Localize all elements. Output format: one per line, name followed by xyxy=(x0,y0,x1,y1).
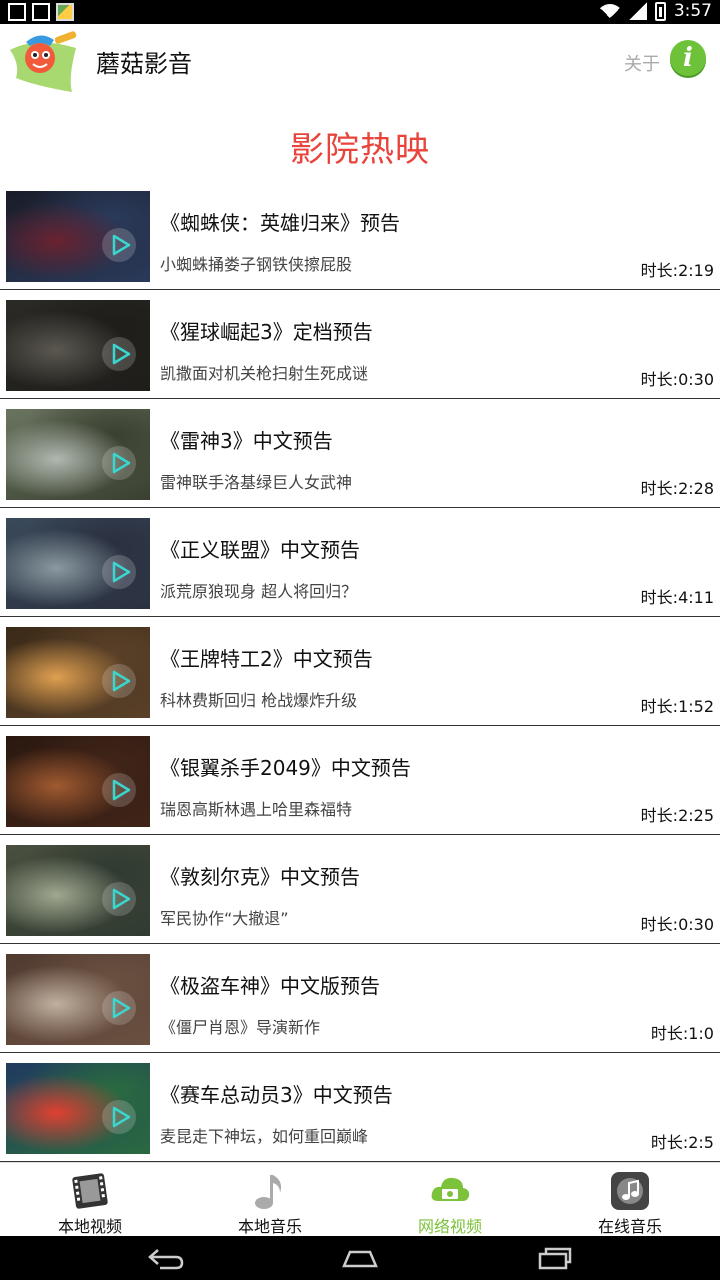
tab-label: 本地音乐 xyxy=(237,1217,302,1236)
video-thumbnail[interactable] xyxy=(6,954,150,1045)
video-list-item[interactable]: 《蜘蛛侠：英雄归来》预告小蜘蛛捅娄子钢铁侠擦屁股 时长:2:19 xyxy=(0,181,720,290)
recents-icon[interactable] xyxy=(538,1246,572,1270)
app-logo-icon xyxy=(10,31,77,92)
video-subtitle: 雷神联手洛基绿巨人女武神 xyxy=(160,473,353,492)
video-thumbnail[interactable] xyxy=(6,1063,150,1154)
video-duration: 时长:2:5 xyxy=(650,1133,714,1152)
video-list-item[interactable]: 《敦刻尔克》中文预告军民协作“大撤退” 时长:0:30 xyxy=(0,835,720,944)
system-icons: 3:57 xyxy=(598,1,712,21)
tab-online-music[interactable]: 在线音乐 xyxy=(540,1163,720,1237)
video-thumbnail[interactable] xyxy=(6,845,150,936)
app-notification-icon xyxy=(56,3,74,21)
status-time: 3:57 xyxy=(673,1,712,21)
play-icon[interactable] xyxy=(102,882,136,916)
app-bar: 蘑菇影音 关于 i xyxy=(0,24,720,100)
cloud-video-icon xyxy=(431,1177,470,1201)
music-note-icon xyxy=(255,1175,282,1209)
online-music-icon xyxy=(611,1172,649,1210)
video-subtitle: 麦昆走下神坛，如何重回巅峰 xyxy=(160,1127,369,1146)
video-thumbnail[interactable] xyxy=(6,627,150,718)
video-thumbnail[interactable] xyxy=(6,736,150,827)
video-list-item[interactable]: 《正义联盟》中文预告派荒原狼现身 超人将回归？ 时长:4:11 xyxy=(0,508,720,617)
video-list-item[interactable]: 《雷神3》中文预告雷神联手洛基绿巨人女武神 时长:2:28 xyxy=(0,399,720,508)
film-icon xyxy=(72,1173,108,1209)
video-title: 《银翼杀手2049》中文预告 xyxy=(160,756,411,780)
video-thumbnail[interactable] xyxy=(6,409,150,500)
video-title: 《敦刻尔克》中文预告 xyxy=(160,865,360,889)
status-bar: 3:57 xyxy=(0,0,720,24)
video-title: 《雷神3》中文预告 xyxy=(160,429,333,453)
video-duration: 时长:0:30 xyxy=(640,370,714,389)
section-title: 影院热映 xyxy=(290,130,430,170)
tab-label: 在线音乐 xyxy=(597,1217,662,1236)
video-subtitle: 军民协作“大撤退” xyxy=(160,909,289,928)
battery-icon xyxy=(654,1,666,21)
play-icon[interactable] xyxy=(102,228,136,262)
video-duration: 时长:0:30 xyxy=(640,915,714,934)
screenshot-notification-icon xyxy=(8,3,26,21)
video-subtitle: 小蜘蛛捅娄子钢铁侠擦屁股 xyxy=(160,255,353,274)
video-list-item[interactable]: 《猩球崛起3》定档预告凯撒面对机关枪扫射生死成谜 时长:0:30 xyxy=(0,290,720,399)
video-list-item[interactable]: 《银翼杀手2049》中文预告瑞恩高斯林遇上哈里森福特 时长:2:25 xyxy=(0,726,720,835)
play-icon[interactable] xyxy=(102,337,136,371)
info-button[interactable]: i xyxy=(670,40,706,76)
video-duration: 时长:2:25 xyxy=(640,806,714,825)
play-icon[interactable] xyxy=(102,773,136,807)
image-notification-icon xyxy=(32,3,50,21)
about-link[interactable]: 关于 xyxy=(624,50,660,76)
bottom-tab-bar: 本地视频 本地音乐 网络视频 在线音乐 xyxy=(0,1162,720,1236)
info-icon: i xyxy=(683,43,693,73)
video-title: 《正义联盟》中文预告 xyxy=(160,538,360,562)
back-icon[interactable] xyxy=(146,1246,186,1270)
video-title: 《王牌特工2》中文预告 xyxy=(160,647,373,671)
video-list-item[interactable]: 《赛车总动员3》中文预告麦昆走下神坛，如何重回巅峰 时长:2:5 xyxy=(0,1053,720,1162)
play-icon[interactable] xyxy=(102,446,136,480)
tab-label: 网络视频 xyxy=(417,1217,482,1236)
video-subtitle: 凯撒面对机关枪扫射生死成谜 xyxy=(160,364,369,383)
video-subtitle: 瑞恩高斯林遇上哈里森福特 xyxy=(160,800,353,819)
video-title: 《极盗车神》中文版预告 xyxy=(160,974,380,998)
system-nav-bar xyxy=(0,1236,720,1280)
video-thumbnail[interactable] xyxy=(6,518,150,609)
cell-signal-icon xyxy=(628,2,647,20)
tab-network-video[interactable]: 网络视频 xyxy=(360,1163,540,1237)
video-title: 《猩球崛起3》定档预告 xyxy=(160,320,373,344)
tab-local-music[interactable]: 本地音乐 xyxy=(180,1163,360,1237)
tab-local-video[interactable]: 本地视频 xyxy=(0,1163,180,1237)
video-title: 《赛车总动员3》中文预告 xyxy=(160,1083,393,1107)
play-icon[interactable] xyxy=(102,664,136,698)
video-duration: 时长:1:52 xyxy=(640,697,714,716)
video-list-item[interactable]: 《王牌特工2》中文预告科林费斯回归 枪战爆炸升级 时长:1:52 xyxy=(0,617,720,726)
video-subtitle: 科林费斯回归 枪战爆炸升级 xyxy=(160,691,358,710)
home-icon[interactable] xyxy=(342,1246,378,1270)
video-list-item[interactable]: 《极盗车神》中文版预告《僵尸肖恩》导演新作 时长:1:0 xyxy=(0,944,720,1053)
video-subtitle: 派荒原狼现身 超人将回归？ xyxy=(160,582,358,601)
app-title: 蘑菇影音 xyxy=(96,50,192,78)
notification-icons xyxy=(8,3,74,21)
wifi-icon xyxy=(598,2,621,20)
video-duration: 时长:1:0 xyxy=(650,1024,714,1043)
video-subtitle: 《僵尸肖恩》导演新作 xyxy=(160,1018,321,1037)
video-duration: 时长:4:11 xyxy=(640,588,714,607)
video-duration: 时长:2:19 xyxy=(640,261,714,280)
video-duration: 时长:2:28 xyxy=(640,479,714,498)
video-title: 《蜘蛛侠：英雄归来》预告 xyxy=(160,211,400,235)
play-icon[interactable] xyxy=(102,555,136,589)
video-thumbnail[interactable] xyxy=(6,300,150,391)
video-thumbnail[interactable] xyxy=(6,191,150,282)
play-icon[interactable] xyxy=(102,1100,136,1134)
play-icon[interactable] xyxy=(102,991,136,1025)
tab-label: 本地视频 xyxy=(57,1217,122,1236)
video-list: 《蜘蛛侠：英雄归来》预告小蜘蛛捅娄子钢铁侠擦屁股 时长:2:19 《猩球崛起3》定档… xyxy=(0,181,720,1162)
